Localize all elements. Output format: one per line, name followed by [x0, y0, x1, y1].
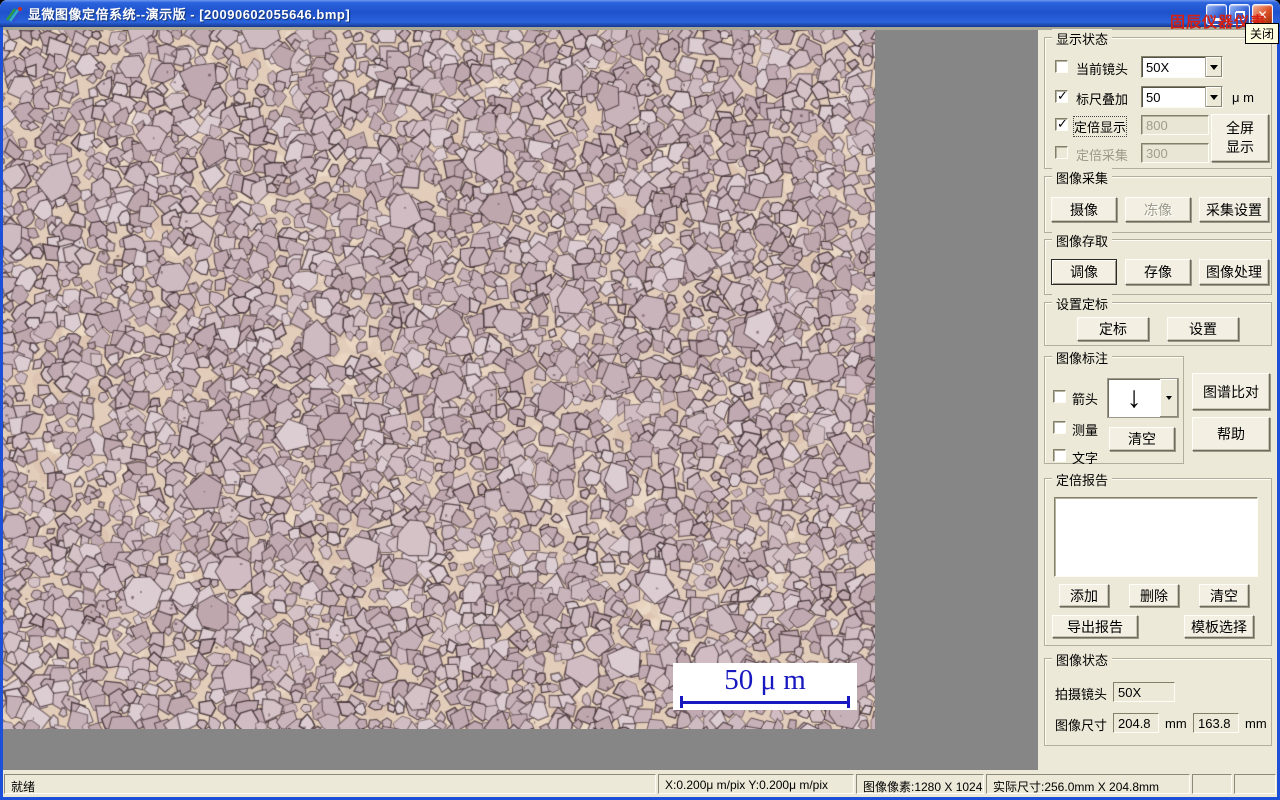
capture-settings-button[interactable]: 采集设置 — [1199, 197, 1269, 222]
report-add-button[interactable]: 添加 — [1059, 584, 1109, 607]
app-window: 显微图像定倍系统--演示版 - [20090602055646.bmp] ✕ 固… — [0, 0, 1280, 800]
scale-bar-tick-left — [680, 696, 683, 708]
current-lens-value: 50X — [1146, 60, 1170, 75]
report-listbox[interactable] — [1054, 497, 1258, 577]
help-button[interactable]: 帮助 — [1192, 417, 1270, 451]
atlas-compare-button[interactable]: 图谱比对 — [1192, 373, 1270, 410]
group-calibration-title: 设置定标 — [1052, 294, 1113, 313]
group-annotation: 图像标注 箭头 ↓ 测量 清空 文字 — [1044, 348, 1184, 466]
current-lens-dropdown-button[interactable] — [1205, 57, 1222, 77]
ruler-dropdown-button[interactable] — [1205, 87, 1222, 107]
status-ready: 就绪 — [4, 774, 656, 794]
fixed-capture-checkbox — [1055, 146, 1068, 159]
group-calibration: 设置定标 定标 设置 — [1044, 294, 1272, 346]
group-report: 定倍报告 添加 删除 清空 导出报告 模板选择 — [1044, 470, 1272, 646]
report-export-button[interactable]: 导出报告 — [1052, 615, 1138, 638]
scale-bar-line — [680, 701, 850, 704]
group-image-storage: 图像存取 调像 存像 图像处理 — [1044, 231, 1272, 295]
status-actual-size: 实际尺寸:256.0mm X 204.8mm — [986, 774, 1190, 794]
group-image-status: 图像状态 拍摄镜头 50X 图像尺寸 204.8 mm 163.8 mm — [1044, 650, 1272, 746]
ruler-unit-label: μ m — [1232, 90, 1254, 105]
text-checkbox[interactable] — [1053, 449, 1066, 462]
control-panel: 显示状态 当前镜头 50X 标尺叠加 50 μ m 定倍显示 800 定倍采集 … — [1038, 29, 1277, 770]
text-label: 文字 — [1072, 451, 1099, 466]
ruler-value-select[interactable]: 50 — [1141, 86, 1223, 108]
group-annotation-title: 图像标注 — [1052, 348, 1113, 367]
fixed-capture-field: 300 — [1141, 143, 1209, 163]
status-pixel-scale: X:0.200μ m/pix Y:0.200μ m/pix — [658, 774, 854, 794]
scale-bar-overlay: 50 μ m — [673, 663, 857, 710]
group-report-title: 定倍报告 — [1052, 470, 1113, 489]
window-title: 显微图像定倍系统--演示版 - [20090602055646.bmp] — [28, 7, 351, 22]
current-lens-label: 当前镜头 — [1076, 62, 1129, 77]
image-height-unit: mm — [1245, 716, 1267, 731]
group-display-status-title: 显示状态 — [1052, 29, 1113, 48]
shoot-lens-label: 拍摄镜头 — [1055, 687, 1108, 702]
report-clear-button[interactable]: 清空 — [1199, 584, 1249, 607]
ruler-overlay-checkbox[interactable] — [1055, 88, 1068, 104]
scale-bar-label: 50 μ m — [724, 664, 806, 696]
status-image-pixels: 图像像素:1280 X 1024 — [856, 774, 984, 794]
calibration-settings-button[interactable]: 设置 — [1167, 317, 1239, 341]
annotation-clear-button[interactable]: 清空 — [1109, 427, 1175, 451]
image-width-unit: mm — [1165, 716, 1187, 731]
calibrate-button[interactable]: 定标 — [1077, 317, 1149, 341]
image-width-field[interactable]: 204.8 — [1113, 713, 1159, 733]
arrow-style-dropdown-button[interactable] — [1160, 379, 1178, 417]
fixed-display-label: 定倍显示 — [1072, 116, 1128, 137]
fullscreen-button[interactable]: 全屏 显示 — [1211, 114, 1269, 162]
report-template-button[interactable]: 模板选择 — [1184, 615, 1254, 638]
status-bar: 就绪 X:0.200μ m/pix Y:0.200μ m/pix 图像像素:12… — [3, 770, 1277, 797]
group-image-capture: 图像采集 摄像 冻像 采集设置 — [1044, 168, 1272, 233]
freeze-button: 冻像 — [1125, 197, 1191, 222]
group-display-status: 显示状态 当前镜头 50X 标尺叠加 50 μ m 定倍显示 800 定倍采集 … — [1044, 29, 1272, 169]
image-size-label: 图像尺寸 — [1055, 718, 1108, 733]
current-lens-checkbox[interactable] — [1055, 60, 1068, 73]
group-image-status-title: 图像状态 — [1052, 650, 1113, 669]
chevron-down-icon — [1210, 94, 1218, 100]
group-image-storage-title: 图像存取 — [1052, 231, 1113, 250]
fixed-capture-label: 定倍采集 — [1076, 148, 1129, 163]
load-image-button[interactable]: 调像 — [1051, 259, 1117, 285]
fixed-display-checkbox[interactable] — [1055, 116, 1068, 132]
arrow-style-select[interactable]: ↓ — [1107, 378, 1179, 418]
group-image-capture-title: 图像采集 — [1052, 168, 1113, 187]
chevron-down-icon — [1166, 396, 1172, 400]
chevron-down-icon — [1210, 64, 1218, 70]
fixed-display-field: 800 — [1141, 115, 1209, 135]
status-spare-2 — [1234, 774, 1276, 794]
measure-label: 测量 — [1072, 423, 1099, 438]
shoot-lens-field[interactable]: 50X — [1113, 682, 1175, 702]
status-spare-1 — [1192, 774, 1232, 794]
ruler-overlay-label: 标尺叠加 — [1076, 92, 1129, 107]
image-viewport: 50 μ m — [3, 30, 1038, 770]
arrow-down-glyph-icon: ↓ — [1126, 381, 1142, 414]
image-height-field[interactable]: 163.8 — [1193, 713, 1239, 733]
arrow-checkbox[interactable] — [1053, 390, 1066, 403]
title-bar: 显微图像定倍系统--演示版 - [20090602055646.bmp] ✕ — [0, 0, 1280, 27]
app-icon[interactable] — [5, 5, 23, 23]
report-delete-button[interactable]: 删除 — [1129, 584, 1179, 607]
save-image-button[interactable]: 存像 — [1125, 259, 1191, 285]
current-lens-select[interactable]: 50X — [1141, 56, 1223, 78]
arrow-label: 箭头 — [1072, 392, 1099, 407]
measure-checkbox[interactable] — [1053, 421, 1066, 434]
ruler-value: 50 — [1146, 90, 1161, 105]
close-tooltip: 关闭 — [1245, 23, 1280, 44]
scale-bar-tick-right — [847, 696, 850, 708]
microscope-image[interactable] — [3, 30, 875, 729]
shoot-button[interactable]: 摄像 — [1051, 197, 1117, 222]
image-process-button[interactable]: 图像处理 — [1199, 259, 1269, 285]
